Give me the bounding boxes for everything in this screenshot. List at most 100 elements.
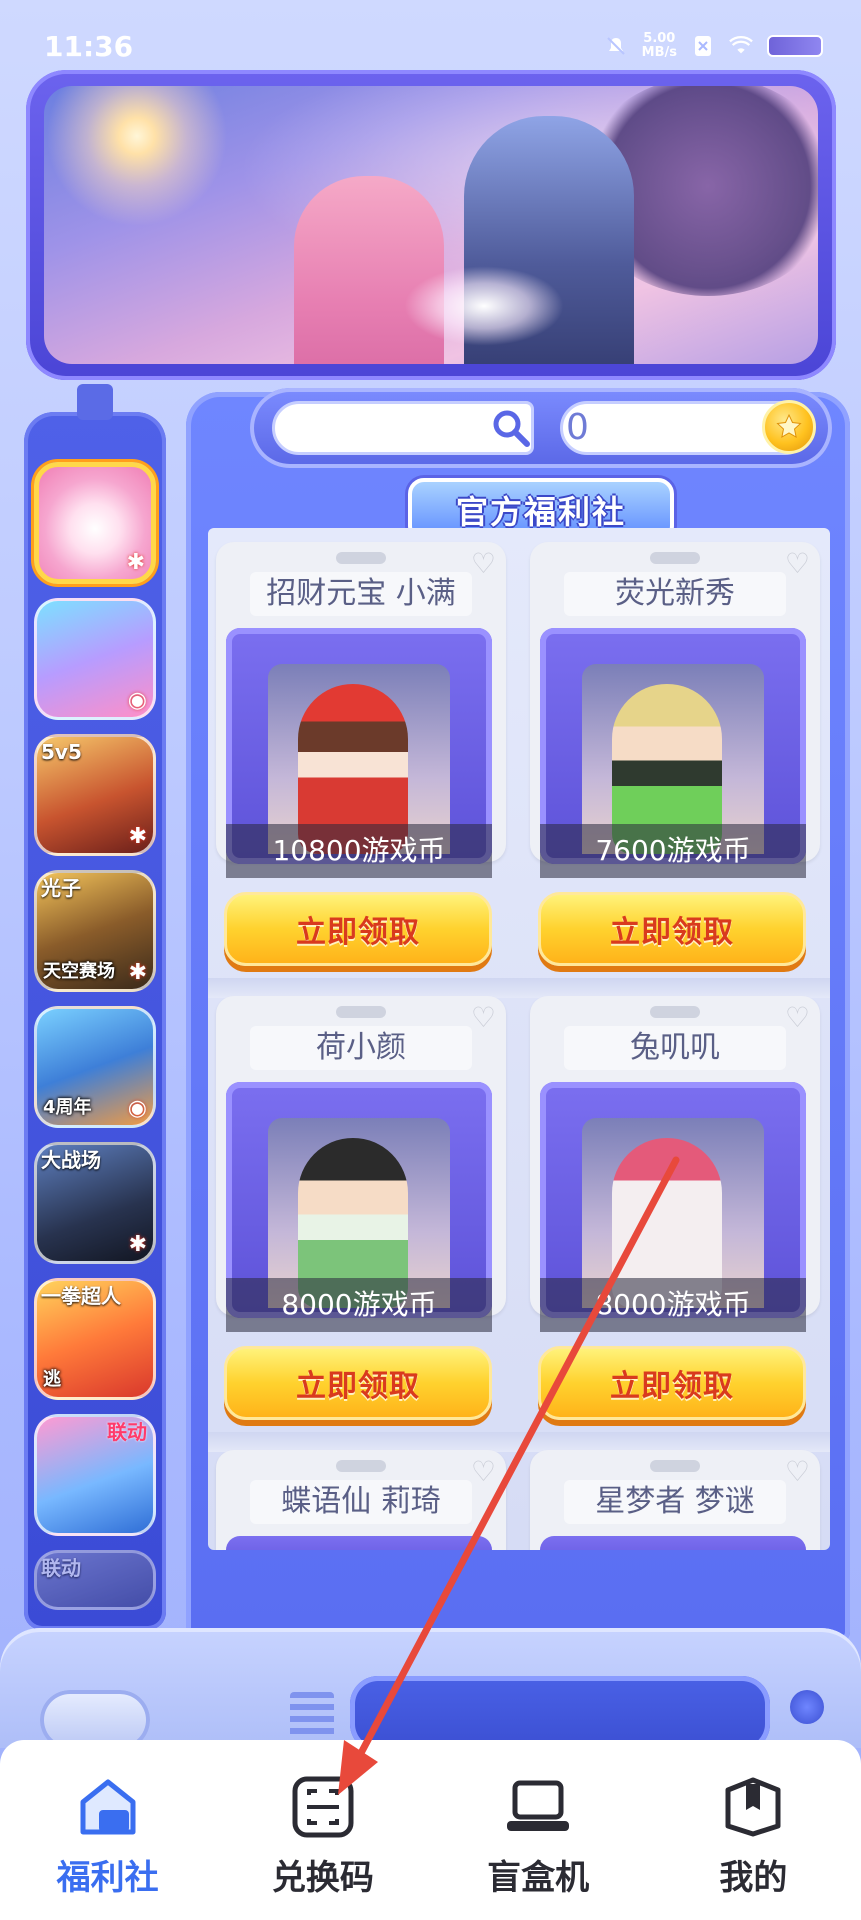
product-grid: ♡ 招财元宝 小满 10800游戏币 ♡ 荧光新秀 7600游戏币 立即领取 立… [208,528,830,1550]
game-icon-honor-of-kings[interactable]: 5v5 ✱ [34,734,156,856]
net-speed-value: 5.00 [643,31,676,46]
heart-icon[interactable]: ♡ [471,1004,496,1032]
heart-icon[interactable]: ♡ [785,550,810,578]
claim-button[interactable]: 立即领取 [538,1346,806,1420]
machine-dot [790,1690,824,1724]
laptop-icon [503,1772,573,1842]
claim-button[interactable]: 立即领取 [224,892,492,966]
nav-label: 福利社 [56,1858,159,1898]
bottom-nav: 福利社 兑换码 盲盒机 我的 [0,1740,861,1920]
heart-icon[interactable]: ♡ [471,550,496,578]
nav-label: 盲盒机 [487,1858,590,1898]
card-hanger [650,552,700,564]
product-name: 招财元宝 小满 [250,572,472,616]
claim-button-label: 立即领取 [610,1369,734,1404]
nav-tab-redeem-code[interactable]: 兑换码 [233,1772,413,1920]
banner-glow [404,266,564,346]
status-icons: 5.00 MB/s [604,32,823,60]
game-icon-egg-party[interactable]: ◉ [34,598,156,720]
netease-logo-icon: ◉ [127,688,147,713]
game-icon-party-ball[interactable]: 联动 [34,1414,156,1536]
card-hanger [650,1460,700,1472]
product-card[interactable]: ♡ 荧光新秀 7600游戏币 [530,542,820,878]
card-hanger [650,1006,700,1018]
game-icon-pubg[interactable]: 光子 天空赛场 ✱ [34,870,156,992]
wifi-icon [729,34,753,58]
netease-logo-icon: ◉ [127,1096,147,1121]
net-speed: 5.00 MB/s [642,32,677,60]
product-card[interactable]: ♡ 星梦者 梦谜 [530,1450,820,1550]
product-price: 10800游戏币 [226,824,492,878]
coin-icon[interactable] [762,400,816,454]
claim-button[interactable]: 立即领取 [538,892,806,966]
status-time: 11:36 [44,30,134,63]
product-card[interactable]: ♡ 招财元宝 小满 10800游戏币 [216,542,506,878]
search-button[interactable] [486,401,536,455]
game-label: 天空赛场 [43,961,115,982]
sidebar-cap [77,384,113,420]
game-badge: 联动 [107,1420,147,1444]
product-price: 8000游戏币 [226,1278,492,1332]
game-badge: 大战场 [41,1148,101,1172]
nav-label: 我的 [719,1858,788,1898]
product-name: 蝶语仙 莉琦 [250,1480,472,1524]
claim-button-label: 立即领取 [296,915,420,950]
nav-label: 兑换码 [271,1858,374,1898]
star-icon: ✱ [128,1232,147,1257]
product-name: 星梦者 梦谜 [564,1480,786,1524]
gift-box-icon [718,1772,788,1842]
home-shop-icon [73,1772,143,1842]
game-icon-escape[interactable]: 一拳超人 逃 [34,1278,156,1400]
status-bar: 11:36 5.00 MB/s [0,0,861,63]
banner-character-pink [294,176,444,364]
game-icon-partial[interactable]: 联动 [34,1550,156,1610]
battery-icon [767,35,823,57]
claim-button-label: 立即领取 [296,1369,420,1404]
heart-icon[interactable]: ♡ [471,1458,496,1486]
game-badge: 光子 [41,876,81,900]
game-icon-cute-mascot[interactable]: ✱ [34,462,156,584]
product-price: 8000游戏币 [540,1278,806,1332]
mute-bell-icon [604,34,628,58]
product-card[interactable]: ♡ 荷小颜 8000游戏币 [216,996,506,1332]
game-badge: 联动 [41,1556,81,1580]
nav-tab-blind-box[interactable]: 盲盒机 [448,1772,628,1920]
product-name: 兔叽叽 [564,1026,786,1070]
shelf-divider [208,978,830,998]
game-sidebar: ✱ ◉ 5v5 ✱ 光子 天空赛场 ✱ 4周年 ◉ 大战场 ✱ 一拳超人 逃 联… [24,384,166,1630]
shelf-divider [208,1432,830,1452]
product-frame [226,1536,492,1550]
game-badge: 一拳超人 [41,1284,121,1308]
game-icon-tom-and-jerry[interactable]: 4周年 ◉ [34,1006,156,1128]
product-card[interactable]: ♡ 蝶语仙 莉琦 [216,1450,506,1550]
nav-tab-mine[interactable]: 我的 [663,1772,843,1920]
machine-grille [290,1692,334,1742]
claim-button-label: 立即领取 [610,915,734,950]
claim-button[interactable]: 立即领取 [224,1346,492,1420]
game-badge: 5v5 [41,740,82,764]
product-frame [540,1536,806,1550]
card-hanger [336,552,386,564]
product-card[interactable]: ♡ 兔叽叽 8000游戏币 [530,996,820,1332]
star-icon: ✱ [128,960,147,985]
search-icon [493,410,530,447]
product-name: 荷小颜 [250,1026,472,1070]
star-icon: ✱ [126,550,145,575]
sim-off-icon [691,34,715,58]
star-icon: ✱ [128,824,147,849]
coin-balance: 0 [566,407,589,448]
game-label: 逃 [43,1369,61,1390]
card-hanger [336,1460,386,1472]
product-name: 荧光新秀 [564,572,786,616]
heart-icon[interactable]: ♡ [785,1004,810,1032]
game-label: 4周年 [43,1097,92,1118]
nav-tab-welfare[interactable]: 福利社 [18,1772,198,1920]
card-hanger [336,1006,386,1018]
heart-icon[interactable]: ♡ [785,1458,810,1486]
section-title: 官方福利社 [455,493,626,531]
product-price: 7600游戏币 [540,824,806,878]
banner-image[interactable] [44,86,818,364]
game-icon-crossfire[interactable]: 大战场 ✱ [34,1142,156,1264]
scan-code-icon [288,1772,358,1842]
banner-frame [26,70,836,380]
